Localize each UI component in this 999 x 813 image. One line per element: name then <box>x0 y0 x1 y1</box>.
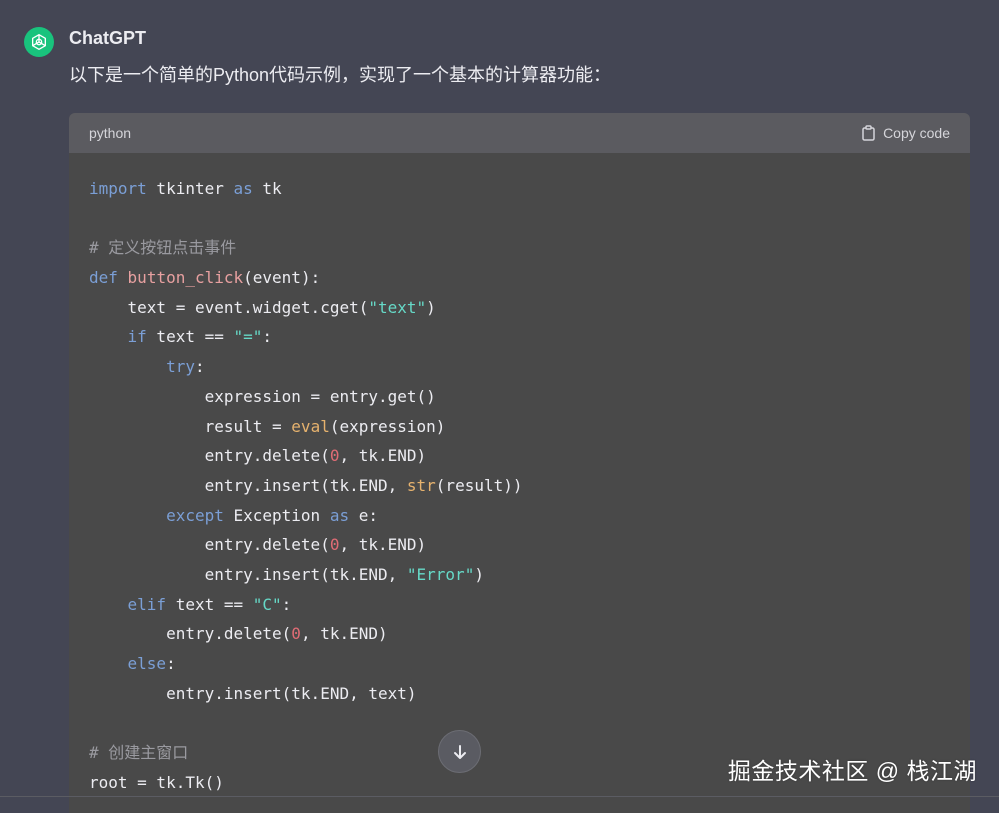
code-token: (expression) <box>329 416 446 436</box>
code-token: import <box>89 179 147 198</box>
code-line: try: <box>89 352 950 382</box>
code-token: tk <box>252 179 282 198</box>
code-token: # 创建主窗口 <box>89 743 189 763</box>
code-token: entry.delete( <box>89 624 292 644</box>
code-line: entry.insert(tk.END, "Error") <box>89 560 950 590</box>
code-token: entry.insert(tk.END, text) <box>89 683 417 703</box>
code-token: root = tk.Tk() <box>89 772 224 792</box>
code-token: result = <box>89 416 292 436</box>
code-token: text == <box>166 594 253 614</box>
code-token: : <box>194 357 205 377</box>
code-token: except <box>166 505 224 525</box>
code-token: # 定义按钮点击事件 <box>89 238 237 258</box>
code-token: try <box>166 357 195 377</box>
code-token: , tk.END) <box>339 535 427 555</box>
code-line: entry.insert(tk.END, text) <box>89 679 950 709</box>
code-token: , tk.END) <box>339 446 427 466</box>
code-token: tkinter <box>146 179 234 198</box>
code-token: "text" <box>368 297 427 317</box>
code-token: as <box>233 179 253 198</box>
code-token: "Error" <box>406 564 475 584</box>
code-line: entry.delete(0, tk.END) <box>89 441 950 471</box>
scroll-to-bottom-button[interactable] <box>438 730 481 773</box>
message-author: ChatGPT <box>69 28 147 48</box>
code-content: import tkinter as tk # 定义按钮点击事件 def button… <box>69 153 970 797</box>
code-token: if <box>127 327 147 347</box>
code-token: : <box>281 594 292 614</box>
code-token: entry.insert(tk.END, <box>89 564 407 584</box>
code-line: def button_click(event): <box>89 263 950 293</box>
code-token: def <box>89 268 118 288</box>
code-line: entry.delete(0, tk.END) <box>89 619 950 649</box>
composer-top-border <box>0 796 999 797</box>
code-block-header: python Copy code <box>69 113 970 153</box>
code-token: expression = entry.get() <box>89 386 436 406</box>
code-line: text = event.widget.cget("text") <box>89 293 950 323</box>
code-line: if text == "=": <box>89 322 950 352</box>
code-line: expression = entry.get() <box>89 382 950 412</box>
code-token: entry.insert(tk.END, <box>89 475 407 495</box>
code-token: 0 <box>291 624 301 644</box>
openai-logo-icon <box>31 34 46 50</box>
chatgpt-avatar <box>24 27 54 57</box>
code-token: e: <box>349 505 378 525</box>
clipboard-icon <box>862 125 875 141</box>
code-token: : <box>262 327 273 347</box>
copy-code-button[interactable]: Copy code <box>861 125 950 141</box>
code-block: python Copy code import tkinter as tk # 定… <box>69 113 970 813</box>
code-line: result = eval(expression) <box>89 412 950 442</box>
code-token: "=" <box>233 327 263 347</box>
code-language-label: python <box>89 125 132 141</box>
code-token: button_click <box>127 268 244 288</box>
code-line: entry.delete(0, tk.END) <box>89 530 950 560</box>
code-line: import tkinter as tk <box>89 174 950 204</box>
code-line: except Exception as e: <box>89 501 950 531</box>
code-token: else <box>127 654 167 673</box>
code-token: entry.delete( <box>89 535 330 555</box>
code-token: , tk.END) <box>300 624 388 644</box>
code-line: # 定义按钮点击事件 <box>89 233 950 263</box>
code-line: entry.insert(tk.END, str(result)) <box>89 471 950 501</box>
code-token: str <box>406 475 436 495</box>
code-token: ) <box>426 297 436 317</box>
copy-code-label: Copy code <box>883 125 950 141</box>
code-token: : <box>166 654 176 673</box>
message-intro-text: 以下是一个简单的Python代码示例，实现了一个基本的计算器功能： <box>69 65 612 85</box>
code-token: (event): <box>243 268 321 288</box>
code-token: elif <box>127 594 167 614</box>
arrow-down-icon <box>453 744 466 759</box>
code-token: text == <box>146 327 234 347</box>
code-token: (result)) <box>435 475 523 495</box>
code-token: text = event.widget.cget( <box>89 297 369 317</box>
code-token: entry.delete( <box>89 446 330 466</box>
code-line: elif text == "C": <box>89 590 950 620</box>
code-line: else: <box>89 649 950 679</box>
code-token: as <box>329 505 350 525</box>
code-token: "C" <box>252 594 282 614</box>
code-token: ) <box>474 564 484 584</box>
watermark-text: 掘金技术社区 @ 栈江湖 <box>727 758 977 784</box>
code-token: eval <box>291 416 330 436</box>
code-token: Exception <box>223 505 330 525</box>
